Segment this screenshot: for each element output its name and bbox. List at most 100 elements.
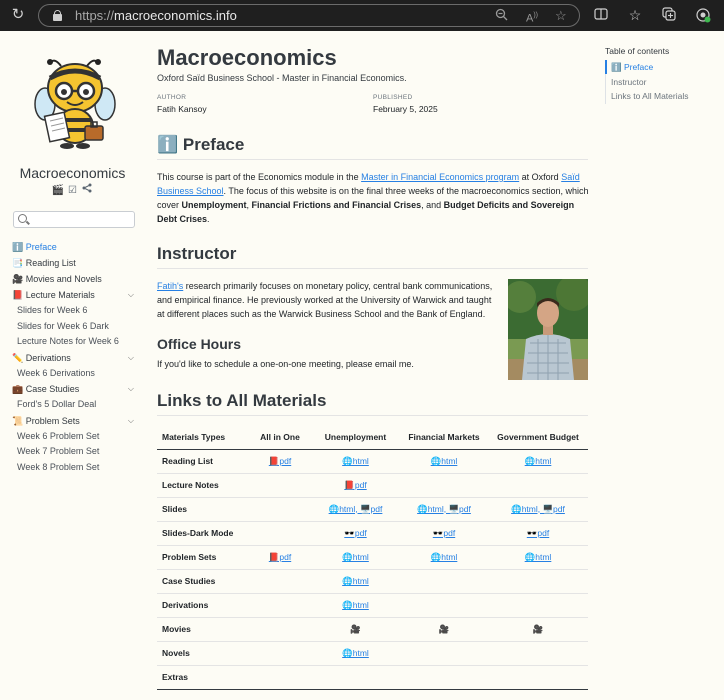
mfe-program-link[interactable]: Master in Financial Economics program (361, 172, 519, 182)
material-link[interactable]: 🌐html (342, 600, 369, 610)
author-name: Fatih Kansoy (157, 104, 207, 114)
row-label: Reading List (157, 449, 249, 474)
share-icon[interactable] (81, 183, 93, 196)
toc-title: Table of contents (605, 46, 670, 56)
split-screen-icon[interactable] (592, 7, 610, 24)
links-heading: Links to All Materials (157, 391, 327, 410)
instructor-heading: Instructor (157, 244, 237, 263)
material-link[interactable]: 🕶️pdf (433, 528, 455, 538)
table-cell: 🎥 (400, 617, 488, 642)
column-header: All in One (249, 425, 311, 450)
checkbox-icon[interactable]: ☑ (67, 185, 79, 196)
chevron-down-icon[interactable]: ⌵ (128, 381, 134, 397)
material-link[interactable]: 🕶️pdf (344, 528, 366, 538)
table-cell (488, 473, 588, 498)
sidebar-item-6[interactable]: Lecture Notes for Week 6 (12, 334, 140, 350)
author-label: AUTHOR (157, 94, 187, 101)
toc-item-0[interactable]: ℹ️ Preface (611, 62, 653, 73)
sidebar-item-1[interactable]: 📑 Reading List (12, 255, 140, 271)
table-cell: 🌐html, 🖥️pdf (400, 497, 488, 522)
material-link[interactable]: 🌐html, 🖥️pdf (417, 504, 471, 514)
table-row: Movies 🎥 🎥 🎥 (157, 617, 588, 642)
material-link[interactable]: 🌐html, 🖥️pdf (329, 504, 383, 514)
table-cell (249, 569, 311, 594)
collections-icon[interactable] (660, 7, 678, 24)
sidebar-item-13[interactable]: Week 7 Problem Set (12, 444, 140, 460)
material-link[interactable]: 🎥 (533, 624, 544, 634)
table-row: Novels 🌐html (157, 641, 588, 666)
sidebar-item-8[interactable]: Week 6 Derivations (12, 366, 140, 382)
material-link[interactable]: 🌐html (431, 552, 458, 562)
instructor-link[interactable]: Fatih's (157, 281, 183, 291)
table-row: Slides 🌐html, 🖥️pdf 🌐html, 🖥️pdf 🌐html, 🖥️p… (157, 497, 588, 522)
material-link[interactable]: 🌐html (525, 456, 552, 466)
column-header: Government Budget (488, 425, 588, 450)
chevron-down-icon[interactable]: ⌵ (128, 413, 134, 429)
sidebar-item-label: ✏️ Derivations (12, 352, 71, 363)
materials-table: Materials Types All in One Unemployment Fin… (157, 425, 588, 690)
table-row: Reading List 📕pdf 🌐html 🌐html 🌐html (157, 449, 588, 474)
material-link[interactable]: 🌐html (431, 456, 458, 466)
column-header: Materials Types (157, 425, 249, 450)
sidebar-item-3[interactable]: 📕 Lecture Materials ⌵ (12, 287, 140, 303)
material-link[interactable]: 🎥 (439, 624, 450, 634)
extension-icon[interactable] (694, 7, 712, 26)
search-input[interactable] (13, 211, 135, 228)
table-row: Lecture Notes 📕pdf (157, 473, 588, 498)
table-cell: 🕶️pdf (311, 521, 400, 546)
page-title: Macroeconomics (157, 45, 337, 70)
material-link[interactable]: 🌐html (525, 552, 552, 562)
sidebar-item-7[interactable]: ✏️ Derivations ⌵ (12, 350, 140, 366)
favorites-icon[interactable]: ☆ (626, 7, 644, 23)
chevron-down-icon[interactable]: ⌵ (128, 350, 134, 366)
search-icon (18, 214, 27, 223)
chevron-down-icon[interactable]: ⌵ (128, 287, 134, 303)
material-link[interactable]: 🌐html (342, 576, 369, 586)
sidebar-item-2[interactable]: 🎥 Movies and Novels (12, 271, 140, 287)
site-title[interactable]: Macroeconomics (0, 165, 145, 181)
material-link[interactable]: 🌐html, 🖥️pdf (511, 504, 565, 514)
sidebar-item-12[interactable]: Week 6 Problem Set (12, 429, 140, 445)
film-icon[interactable]: 🎬 (52, 185, 64, 196)
table-cell (249, 665, 311, 690)
sidebar-item-4[interactable]: Slides for Week 6 (12, 303, 140, 319)
sidebar-nav: ℹ️ Preface 📑 Reading List 🎥 Movies and Nov… (12, 239, 140, 475)
material-link[interactable]: 📕pdf (269, 456, 291, 466)
material-link[interactable]: 🌐html (342, 456, 369, 466)
bee-logo-icon[interactable] (33, 56, 117, 150)
address-bar[interactable]: https://macroeconomics.info A)) ☆ (38, 4, 580, 27)
material-link[interactable]: 📕pdf (344, 480, 366, 490)
material-link[interactable]: 🕶️pdf (527, 528, 549, 538)
material-link[interactable]: 🎥 (350, 624, 361, 634)
url-text[interactable]: https://macroeconomics.info (75, 8, 237, 24)
favorite-star-icon[interactable]: ☆ (555, 8, 567, 24)
sidebar-item-11[interactable]: 📜 Problem Sets ⌵ (12, 413, 140, 429)
instructor-rule (157, 268, 588, 269)
read-aloud-icon[interactable]: A)) (526, 8, 538, 27)
toc-item-1[interactable]: Instructor (611, 77, 646, 87)
lock-icon[interactable] (53, 10, 62, 21)
sidebar-item-label: Ford's 5 Dollar Deal (17, 399, 97, 409)
published-date: February 5, 2025 (373, 104, 438, 114)
column-header: Financial Markets (400, 425, 488, 450)
zoom-icon[interactable] (495, 8, 508, 25)
table-row: Case Studies 🌐html (157, 569, 588, 594)
sidebar-item-14[interactable]: Week 8 Problem Set (12, 460, 140, 476)
material-link[interactable]: 🌐html (342, 648, 369, 658)
sidebar-item-label: Week 7 Problem Set (17, 446, 100, 456)
table-cell: 🌐html (311, 449, 400, 474)
table-cell (249, 497, 311, 522)
toc-item-2[interactable]: Links to All Materials (611, 91, 688, 101)
sidebar-item-5[interactable]: Slides for Week 6 Dark (12, 319, 140, 335)
row-label: Case Studies (157, 569, 249, 594)
sidebar-item-10[interactable]: Ford's 5 Dollar Deal (12, 397, 140, 413)
material-link[interactable]: 🌐html (342, 552, 369, 562)
browser-toolbar: ↻ https://macroeconomics.info A)) ☆ ☆ (0, 0, 724, 31)
reload-icon[interactable]: ↻ (10, 7, 26, 23)
material-link[interactable]: 📕pdf (269, 552, 291, 562)
table-cell (249, 617, 311, 642)
row-label: Novels (157, 641, 249, 666)
sidebar-item-9[interactable]: 💼 Case Studies ⌵ (12, 381, 140, 397)
sidebar-item-0[interactable]: ℹ️ Preface (12, 239, 140, 255)
preface-heading: ℹ️ Preface (157, 135, 245, 154)
